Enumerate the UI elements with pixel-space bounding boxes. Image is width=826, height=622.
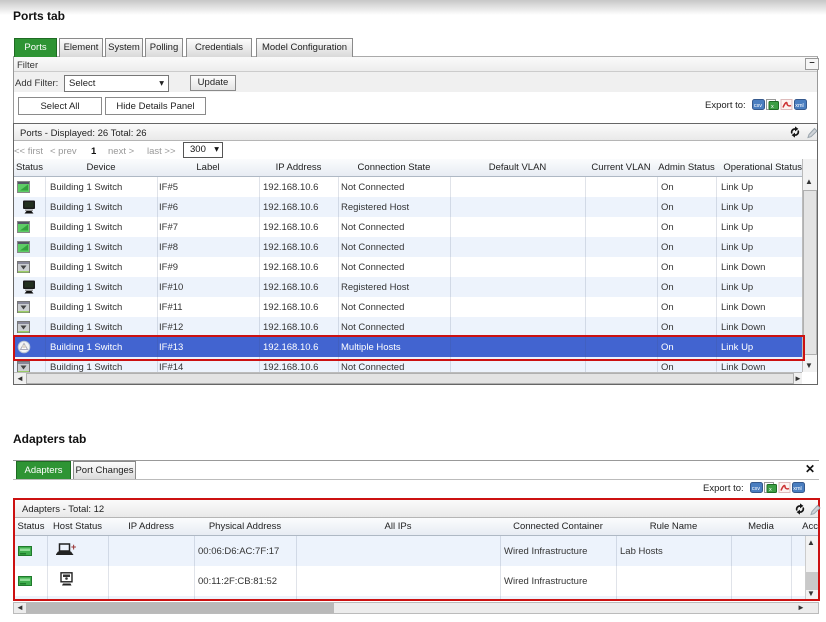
svg-text:xml: xml [795, 103, 804, 109]
svg-text:csv: csv [752, 486, 761, 492]
svg-text:x: x [771, 104, 774, 110]
svg-text:x: x [769, 487, 772, 493]
svg-text:+: + [71, 543, 76, 552]
svg-text:csv: csv [754, 103, 763, 109]
svg-text:xml: xml [793, 486, 802, 492]
